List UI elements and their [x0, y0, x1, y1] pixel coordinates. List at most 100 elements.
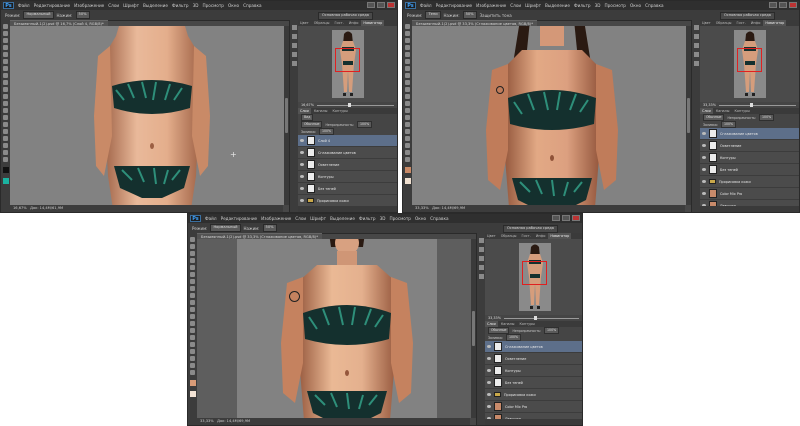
menu-filter[interactable]: Фильтр	[574, 3, 591, 8]
workspace-select[interactable]: Основная рабочая среда	[719, 12, 775, 20]
marquee-tool-icon[interactable]	[405, 31, 410, 36]
visibility-eye-icon[interactable]	[487, 369, 491, 372]
layer-row[interactable]: Контуры	[298, 171, 397, 183]
zoom-tool-icon[interactable]	[190, 370, 195, 375]
menu-image[interactable]: Изображение	[74, 3, 104, 8]
type-tool-icon[interactable]	[3, 129, 8, 134]
lasso-tool-icon[interactable]	[405, 38, 410, 43]
workspace-select[interactable]: Основная рабочая среда	[502, 225, 558, 233]
blur-tool-icon[interactable]	[405, 108, 410, 113]
status-zoom[interactable]: 16,67%	[13, 206, 27, 210]
menu-help[interactable]: Справка	[645, 3, 663, 8]
stamp-tool-icon[interactable]	[3, 80, 8, 85]
pressure-input[interactable]: 50%	[75, 11, 90, 19]
maximize-button[interactable]	[562, 215, 570, 221]
adjustments-panel-icon[interactable]	[479, 265, 484, 270]
eyedropper-tool-icon[interactable]	[3, 59, 8, 64]
layer-row[interactable]: Без теней	[485, 377, 582, 389]
shape-tool-icon[interactable]	[190, 356, 195, 361]
properties-panel-icon[interactable]	[479, 247, 484, 252]
layer-row[interactable]: Прорисовка кожи	[700, 176, 799, 188]
pen-tool-icon[interactable]	[3, 122, 8, 127]
menu-window[interactable]: Окно	[415, 216, 426, 221]
menu-view[interactable]: Просмотр	[389, 216, 411, 221]
adjustments-panel-icon[interactable]	[292, 52, 297, 57]
hand-tool-icon[interactable]	[405, 150, 410, 155]
menu-file[interactable]: Файл	[420, 3, 432, 8]
marquee-tool-icon[interactable]	[190, 244, 195, 249]
zoom-slider[interactable]	[503, 315, 579, 320]
lasso-tool-icon[interactable]	[3, 38, 8, 43]
menu-edit[interactable]: Редактирование	[221, 216, 258, 221]
eyedropper-tool-icon[interactable]	[190, 272, 195, 277]
menu-file[interactable]: Файл	[18, 3, 30, 8]
healing-tool-icon[interactable]	[405, 66, 410, 71]
opacity-input[interactable]: 100%	[357, 121, 373, 128]
menu-type[interactable]: Шрифт	[310, 216, 326, 221]
zoom-value[interactable]: 33,33%	[488, 316, 501, 320]
magic-wand-tool-icon[interactable]	[405, 45, 410, 50]
fill-input[interactable]: 100%	[318, 128, 335, 135]
blur-tool-icon[interactable]	[190, 321, 195, 326]
menu-layers[interactable]: Слои	[108, 3, 119, 8]
layer-row[interactable]: Без теней	[298, 183, 397, 195]
menu-select[interactable]: Выделение	[143, 3, 168, 8]
menu-file[interactable]: Файл	[205, 216, 217, 221]
menu-window[interactable]: Окно	[228, 3, 239, 8]
navigator-view-rect[interactable]	[737, 48, 762, 72]
visibility-eye-icon[interactable]	[487, 357, 491, 360]
zoom-tool-icon[interactable]	[3, 157, 8, 162]
menu-layers[interactable]: Слои	[295, 216, 306, 221]
pen-tool-icon[interactable]	[405, 122, 410, 127]
minimize-button[interactable]	[367, 2, 375, 8]
workspace-select[interactable]: Основная рабочая среда	[317, 12, 373, 20]
crop-tool-icon[interactable]	[405, 52, 410, 57]
menu-type[interactable]: Шрифт	[123, 3, 139, 8]
layer-row[interactable]: Слой 4	[298, 135, 397, 147]
properties-panel-icon[interactable]	[694, 34, 699, 39]
navigator-thumbnail[interactable]	[332, 30, 364, 98]
gradient-tool-icon[interactable]	[190, 314, 195, 319]
brush-tool-icon[interactable]	[405, 73, 410, 78]
brush-panel-icon[interactable]	[292, 43, 297, 48]
history-panel-icon[interactable]	[292, 25, 297, 30]
layer-row[interactable]: Color Mix Pro	[700, 188, 799, 200]
document-canvas[interactable]: +	[10, 26, 284, 205]
menu-type[interactable]: Шрифт	[525, 3, 541, 8]
type-tool-icon[interactable]	[405, 129, 410, 134]
mode-select[interactable]: Нормальный	[23, 11, 54, 19]
tab-paths[interactable]: Контуры	[517, 321, 537, 327]
pressure-input[interactable]: 50%	[262, 224, 277, 232]
minimize-button[interactable]	[552, 215, 560, 221]
visibility-eye-icon[interactable]	[300, 199, 304, 202]
layer-row[interactable]: Осветление	[485, 353, 582, 365]
layer-row[interactable]: Осветление	[298, 159, 397, 171]
styles-panel-icon[interactable]	[479, 274, 484, 279]
menu-edit[interactable]: Редактирование	[34, 3, 71, 8]
dodge-tool-icon[interactable]	[190, 328, 195, 333]
foreground-color-swatch[interactable]	[2, 167, 9, 173]
background-color-swatch[interactable]	[189, 391, 196, 397]
layer-row[interactable]: Сглаживание цветов	[485, 341, 582, 353]
tab-channels[interactable]: Каналы	[312, 108, 330, 114]
opacity-input[interactable]: 100%	[544, 327, 560, 334]
history-panel-icon[interactable]	[479, 238, 484, 243]
background-color-swatch[interactable]	[2, 178, 9, 184]
layer-row[interactable]: Сглаживание цветов	[700, 128, 799, 140]
background-color-swatch[interactable]	[404, 178, 411, 184]
properties-panel-icon[interactable]	[292, 34, 297, 39]
hand-tool-icon[interactable]	[3, 150, 8, 155]
tab-paths[interactable]: Контуры	[330, 108, 350, 114]
visibility-eye-icon[interactable]	[487, 345, 491, 348]
menu-3d[interactable]: 3D	[193, 3, 199, 8]
visibility-eye-icon[interactable]	[300, 175, 304, 178]
menu-image[interactable]: Изображение	[476, 3, 506, 8]
visibility-eye-icon[interactable]	[300, 139, 304, 142]
close-button[interactable]	[789, 2, 797, 8]
path-select-tool-icon[interactable]	[405, 136, 410, 141]
navigator-thumbnail[interactable]	[519, 243, 551, 311]
zoom-slider[interactable]	[718, 102, 796, 107]
status-zoom[interactable]: 33,33%	[415, 206, 429, 210]
crop-tool-icon[interactable]	[3, 52, 8, 57]
layer-row[interactable]: Сглаживание цветов	[298, 147, 397, 159]
